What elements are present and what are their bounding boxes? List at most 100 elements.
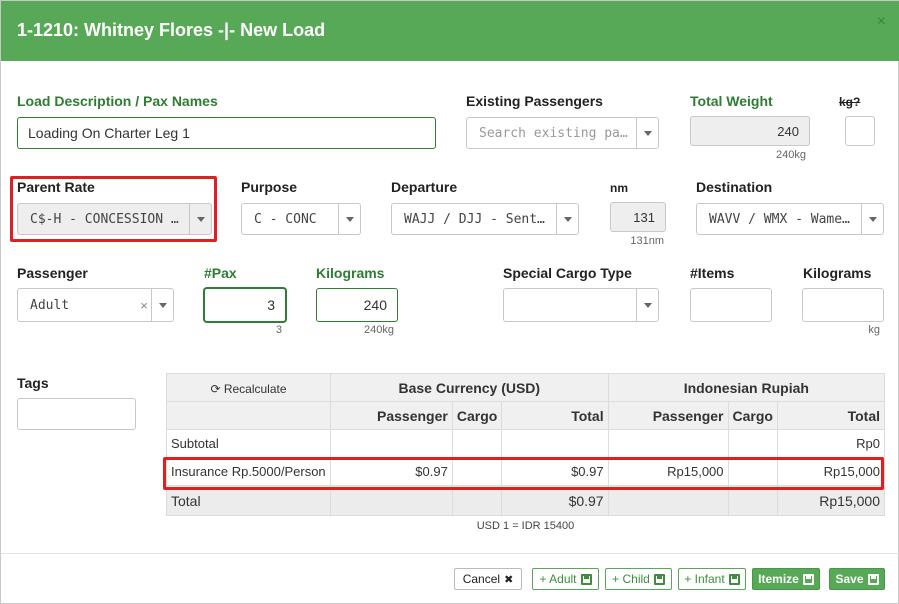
pax-value: 3 — [267, 297, 275, 313]
nm-sub: 131nm — [630, 235, 664, 247]
new-load-modal: 1-1210: Whitney Flores -|- New Load × Lo… — [0, 0, 899, 604]
total-label: Total — [166, 485, 331, 516]
nm-value: 131 — [633, 209, 655, 225]
purpose-value: C - CONC — [254, 211, 317, 227]
row-label: Subtotal — [166, 429, 331, 458]
chevron-down-icon[interactable] — [556, 204, 578, 234]
idr-grand-total: Rp15,000 — [776, 485, 886, 516]
save-icon — [728, 573, 740, 585]
cargo-kilograms-input[interactable] — [802, 288, 884, 322]
kg-toggle-checkbox[interactable] — [845, 116, 875, 146]
purpose-label: Purpose — [241, 179, 298, 195]
nm-input: 131 — [610, 202, 666, 232]
close-icon[interactable]: × — [877, 13, 886, 31]
kilograms-sub: 240kg — [364, 324, 394, 336]
cargo-kilograms-label: Kilograms — [803, 265, 872, 281]
recalculate-button[interactable]: ⟳ Recalculate — [166, 373, 331, 402]
usd-cargo-header: Cargo — [451, 401, 503, 430]
add-infant-button[interactable]: + Infant — [678, 568, 746, 590]
special-cargo-select[interactable] — [503, 288, 659, 322]
departure-value: WAJJ / DJJ - Sent… — [404, 211, 545, 227]
kilograms-label: Kilograms — [316, 265, 385, 281]
cargo-kilograms-sub: kg — [868, 324, 880, 336]
departure-select[interactable]: WAJJ / DJJ - Sent… — [391, 203, 579, 235]
tags-label: Tags — [17, 375, 49, 391]
save-icon — [580, 573, 592, 585]
blank-cell — [329, 485, 453, 516]
modal-header: 1-1210: Whitney Flores -|- New Load × — [1, 1, 899, 61]
save-icon — [653, 573, 665, 585]
items-label: #Items — [690, 265, 735, 281]
idr-passenger-cell — [607, 429, 729, 458]
blank-cell — [727, 485, 778, 516]
pax-sub: 3 — [275, 324, 282, 336]
usd-cargo-cell — [451, 429, 503, 458]
add-child-label: + Child — [612, 572, 650, 586]
cancel-label: Cancel — [462, 572, 501, 586]
total-weight-sub: 240kg — [776, 149, 806, 161]
save-button[interactable]: Save — [829, 568, 885, 590]
destination-select[interactable]: WAVV / WMX - Wame… — [696, 203, 884, 235]
special-cargo-label: Special Cargo Type — [503, 265, 632, 281]
save-icon — [867, 573, 879, 585]
modal-title: 1-1210: Whitney Flores -|- New Load — [17, 20, 326, 40]
chevron-down-icon[interactable] — [636, 118, 658, 148]
pax-label: #Pax — [204, 265, 237, 281]
kilograms-input[interactable]: 240 — [316, 288, 398, 322]
add-adult-label: + Adult — [539, 572, 577, 586]
recalculate-label: Recalculate — [223, 381, 287, 396]
kg-toggle-label: kg? — [839, 95, 861, 109]
save-icon — [802, 573, 814, 585]
parent-rate-highlight — [10, 176, 217, 242]
total-weight-value: 240 — [777, 123, 799, 139]
existing-passengers-select[interactable]: Search existing pa… — [466, 117, 659, 149]
usd-passenger-cell — [329, 429, 453, 458]
idr-cargo-cell — [727, 429, 778, 458]
add-child-button[interactable]: + Child — [605, 568, 672, 590]
purpose-select[interactable]: C - CONC — [241, 203, 361, 235]
destination-label: Destination — [696, 179, 773, 195]
existing-passengers-placeholder: Search existing pa… — [479, 125, 628, 141]
idr-passenger-header: Passenger — [607, 401, 729, 430]
passenger-value: Adult — [30, 297, 70, 313]
chevron-down-icon[interactable] — [636, 289, 658, 321]
destination-value: WAVV / WMX - Wame… — [709, 211, 850, 227]
save-label: Save — [835, 572, 864, 586]
add-adult-button[interactable]: + Adult — [532, 568, 599, 590]
passenger-select[interactable]: Adult × — [17, 288, 174, 322]
total-weight-input: 240 — [690, 116, 810, 146]
footer-divider — [1, 553, 899, 554]
close-icon: ✖ — [504, 573, 514, 586]
base-currency-header: Base Currency (USD) — [329, 373, 609, 402]
cancel-button[interactable]: Cancel ✖ — [454, 568, 522, 590]
usd-total-header: Total — [501, 401, 609, 430]
chevron-down-icon[interactable] — [338, 204, 360, 234]
idr-total-cell: Rp0 — [776, 429, 886, 458]
passenger-label: Passenger — [17, 265, 88, 281]
blank-cell — [607, 485, 729, 516]
local-currency-header: Indonesian Rupiah — [607, 373, 886, 402]
departure-label: Departure — [391, 179, 458, 195]
tags-input[interactable] — [17, 398, 136, 430]
pax-input[interactable]: 3 — [204, 288, 286, 322]
nm-label: nm — [610, 181, 628, 195]
items-input[interactable] — [690, 288, 772, 322]
insurance-row-highlight — [163, 457, 884, 490]
itemize-button[interactable]: Itemize — [752, 568, 820, 590]
usd-total-cell — [501, 429, 609, 458]
chevron-down-icon[interactable] — [861, 204, 883, 234]
idr-cargo-header: Cargo — [727, 401, 778, 430]
kilograms-value: 240 — [363, 297, 387, 313]
total-weight-label: Total Weight — [690, 93, 773, 109]
empty-header — [166, 401, 331, 430]
fees-table: ⟳ Recalculate Base Currency (USD) Indone… — [166, 373, 886, 516]
load-description-label: Load Description / Pax Names — [17, 93, 218, 109]
chevron-down-icon[interactable] — [151, 289, 173, 321]
clear-icon[interactable]: × — [137, 298, 151, 313]
idr-total-header: Total — [776, 401, 886, 430]
load-description-input[interactable]: Loading On Charter Leg 1 — [17, 117, 436, 149]
itemize-label: Itemize — [758, 572, 799, 586]
usd-grand-total: $0.97 — [501, 485, 609, 516]
existing-passengers-label: Existing Passengers — [466, 93, 603, 109]
add-infant-label: + Infant — [684, 572, 725, 586]
